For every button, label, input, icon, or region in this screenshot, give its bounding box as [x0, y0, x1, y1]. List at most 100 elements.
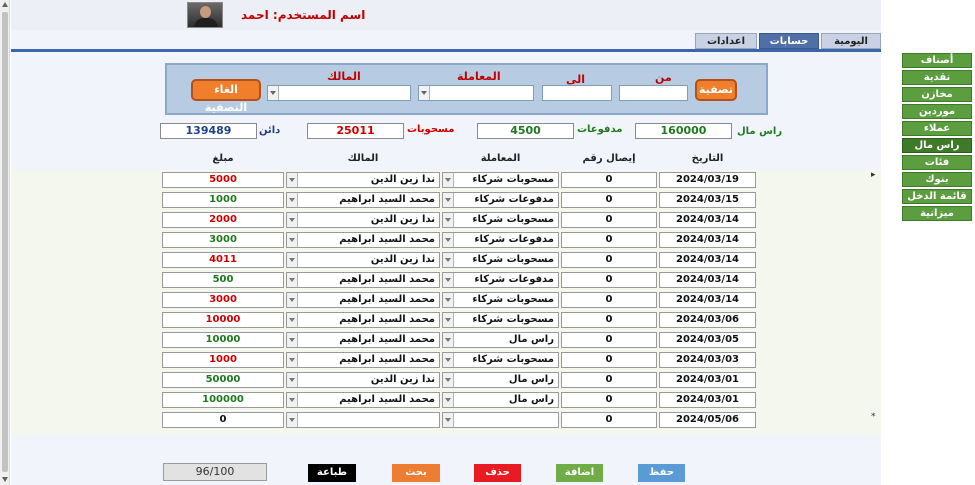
owner-select[interactable]: ندا زين الدين [286, 252, 440, 268]
transaction-select[interactable] [442, 412, 559, 428]
receipt-cell[interactable]: 0 [561, 332, 657, 348]
date-cell[interactable]: 2024/03/19 [659, 172, 756, 188]
amount-cell[interactable]: 1000 [162, 352, 284, 368]
add-button[interactable]: اضافة [556, 464, 603, 482]
save-button[interactable]: حفظ [638, 464, 685, 482]
owner-select[interactable]: ندا زين الدين [286, 172, 440, 188]
owner-select[interactable]: محمد السيد ابراهيم [286, 312, 440, 328]
chevron-down-icon[interactable] [287, 173, 298, 187]
tab-journal[interactable]: اليومية [821, 33, 881, 49]
nav-item[interactable]: قائمة الدخل [902, 189, 972, 204]
chevron-down-icon[interactable] [443, 173, 454, 187]
date-cell[interactable]: 2024/03/14 [659, 292, 756, 308]
owner-filter-select[interactable] [267, 85, 411, 101]
to-date-input[interactable] [542, 85, 612, 101]
date-cell[interactable]: 2024/03/01 [659, 372, 756, 388]
transaction-select[interactable]: مسحوبات شركاء [442, 352, 559, 368]
chevron-down-icon[interactable] [268, 86, 279, 100]
chevron-down-icon[interactable] [287, 373, 298, 387]
transaction-select[interactable]: مسحوبات شركاء [442, 292, 559, 308]
date-cell[interactable]: 2024/03/06 [659, 312, 756, 328]
scroll-thumb[interactable] [2, 12, 8, 472]
nav-item[interactable]: أصناف [902, 53, 972, 68]
date-cell[interactable]: 2024/03/14 [659, 212, 756, 228]
scroll-up-icon[interactable] [2, 2, 8, 7]
nav-item[interactable]: راس مال [902, 138, 972, 153]
chevron-down-icon[interactable] [287, 413, 298, 427]
transaction-select[interactable]: مسحوبات شركاء [442, 212, 559, 228]
transaction-select[interactable]: راس مال [442, 392, 559, 408]
transaction-select[interactable]: مسحوبات شركاء [442, 312, 559, 328]
chevron-down-icon[interactable] [419, 86, 430, 100]
owner-select[interactable]: محمد السيد ابراهيم [286, 352, 440, 368]
table-row[interactable]: 2024/03/14 0 مدفوعات شركاء محمد السيد ابراه… [11, 270, 881, 290]
date-cell[interactable]: 2024/03/14 [659, 232, 756, 248]
nav-item[interactable]: موردين [902, 104, 972, 119]
chevron-down-icon[interactable] [443, 253, 454, 267]
apply-filter-button[interactable]: تصفية [695, 79, 737, 101]
date-cell[interactable]: 2024/03/01 [659, 392, 756, 408]
receipt-cell[interactable]: 0 [561, 412, 657, 428]
amount-cell[interactable]: 2000 [162, 212, 284, 228]
owner-select[interactable] [286, 412, 440, 428]
owner-select[interactable]: محمد السيد ابراهيم [286, 232, 440, 248]
transaction-select[interactable]: مدفوعات شركاء [442, 192, 559, 208]
nav-item[interactable]: مخازن [902, 87, 972, 102]
amount-cell[interactable]: 10000 [162, 332, 284, 348]
date-cell[interactable]: 2024/05/06 [659, 412, 756, 428]
receipt-cell[interactable]: 0 [561, 172, 657, 188]
nav-item[interactable]: عملاء [902, 121, 972, 136]
tab-accounts[interactable]: حسابات [759, 33, 819, 49]
chevron-down-icon[interactable] [287, 353, 298, 367]
nav-item[interactable]: فئات [902, 155, 972, 170]
from-date-input[interactable] [619, 85, 688, 101]
receipt-cell[interactable]: 0 [561, 212, 657, 228]
amount-cell[interactable]: 4011 [162, 252, 284, 268]
receipt-cell[interactable]: 0 [561, 352, 657, 368]
transaction-select[interactable]: مسحوبات شركاء [442, 172, 559, 188]
amount-cell[interactable]: 3000 [162, 232, 284, 248]
table-row[interactable]: 2024/03/14 0 مدفوعات شركاء محمد السيد ابراه… [11, 230, 881, 250]
table-row[interactable]: 2024/03/01 0 راس مال محمد السيد ابراهيم 1000… [11, 390, 881, 410]
owner-select[interactable]: محمد السيد ابراهيم [286, 292, 440, 308]
print-button[interactable]: طباعة [308, 464, 356, 482]
table-row[interactable]: 2024/03/15 0 مدفوعات شركاء محمد السيد ابراه… [11, 190, 881, 210]
owner-select[interactable]: محمد السيد ابراهيم [286, 332, 440, 348]
chevron-down-icon[interactable] [287, 193, 298, 207]
receipt-cell[interactable]: 0 [561, 372, 657, 388]
owner-select[interactable]: محمد السيد ابراهيم [286, 392, 440, 408]
transaction-select[interactable]: مدفوعات شركاء [442, 272, 559, 288]
date-cell[interactable]: 2024/03/03 [659, 352, 756, 368]
tab-settings[interactable]: اعدادات [695, 33, 757, 49]
chevron-down-icon[interactable] [443, 233, 454, 247]
amount-cell[interactable]: 50000 [162, 372, 284, 388]
chevron-down-icon[interactable] [287, 273, 298, 287]
vertical-scrollbar[interactable] [0, 0, 10, 485]
date-cell[interactable]: 2024/03/14 [659, 252, 756, 268]
owner-select[interactable]: محمد السيد ابراهيم [286, 272, 440, 288]
date-cell[interactable]: 2024/03/14 [659, 272, 756, 288]
amount-cell[interactable]: 5000 [162, 172, 284, 188]
amount-cell[interactable]: 1000 [162, 192, 284, 208]
transaction-select[interactable]: مدفوعات شركاء [442, 232, 559, 248]
table-row[interactable]: 2024/03/14 0 مسحوبات شركاء ندا زين الدين 200… [11, 210, 881, 230]
table-row[interactable]: 2024/05/06 0 0 [11, 410, 881, 430]
chevron-down-icon[interactable] [443, 373, 454, 387]
chevron-down-icon[interactable] [443, 193, 454, 207]
table-row[interactable]: 2024/03/01 0 راس مال ندا زين الدين 50000 [11, 370, 881, 390]
owner-select[interactable]: ندا زين الدين [286, 212, 440, 228]
amount-cell[interactable]: 3000 [162, 292, 284, 308]
chevron-down-icon[interactable] [443, 413, 454, 427]
delete-button[interactable]: حذف [474, 464, 521, 482]
table-row[interactable]: 2024/03/14 0 مسحوبات شركاء محمد السيد ابراه… [11, 290, 881, 310]
transaction-select[interactable]: مسحوبات شركاء [442, 252, 559, 268]
chevron-down-icon[interactable] [287, 293, 298, 307]
chevron-down-icon[interactable] [287, 253, 298, 267]
amount-cell[interactable]: 10000 [162, 312, 284, 328]
receipt-cell[interactable]: 0 [561, 292, 657, 308]
chevron-down-icon[interactable] [287, 213, 298, 227]
table-row[interactable]: 2024/03/03 0 مسحوبات شركاء محمد السيد ابراه… [11, 350, 881, 370]
chevron-down-icon[interactable] [287, 313, 298, 327]
chevron-down-icon[interactable] [287, 233, 298, 247]
nav-item[interactable]: بنوك [902, 172, 972, 187]
